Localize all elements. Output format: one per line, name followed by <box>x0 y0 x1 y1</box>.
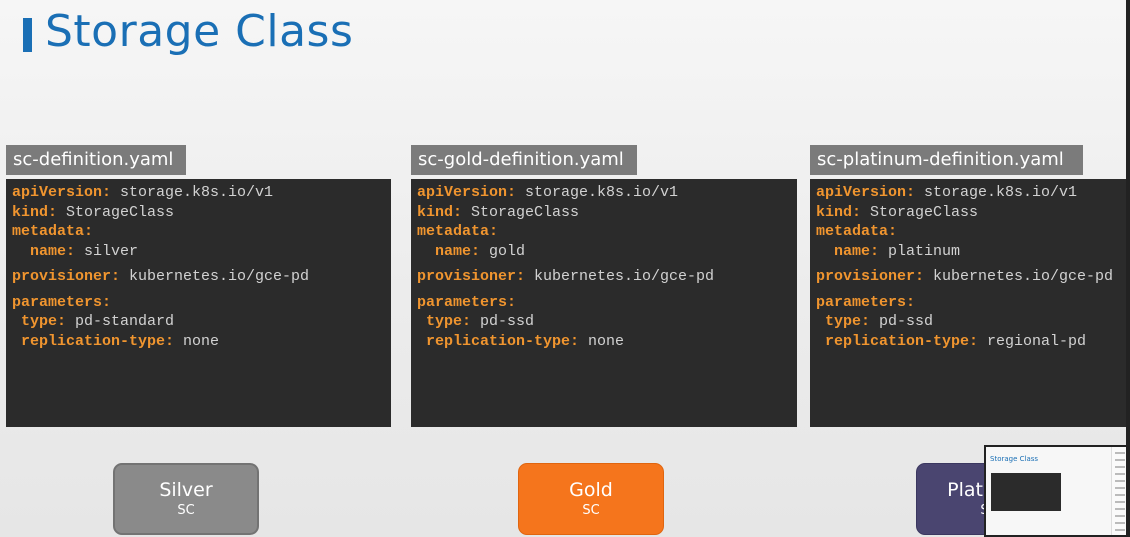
yaml-value: storage.k8s.io/v1 <box>915 184 1078 201</box>
yaml-value: StorageClass <box>462 203 580 221</box>
code-line: kind: StorageClass <box>816 203 1126 223</box>
code-line: name: silver <box>12 242 391 262</box>
window-edge <box>1126 0 1130 537</box>
yaml-key: provisioner: <box>816 268 925 285</box>
gold-sc-button[interactable]: Gold SC <box>518 463 664 535</box>
yaml-key: parameters: <box>12 293 112 311</box>
button-sublabel: SC <box>177 503 195 518</box>
thumbnail-code-block <box>991 473 1061 511</box>
code-line: metadata: <box>12 222 391 242</box>
yaml-value: pd-standard <box>66 313 175 330</box>
yaml-key: replication-type: <box>417 332 580 350</box>
yaml-key: kind: <box>417 203 463 221</box>
code-line: parameters: <box>12 293 391 313</box>
code-line: apiVersion: storage.k8s.io/v1 <box>417 183 797 203</box>
yaml-key: apiVersion: <box>12 184 112 201</box>
yaml-key: replication-type: <box>816 332 979 350</box>
yaml-key: type: <box>417 313 472 330</box>
code-line: metadata: <box>816 222 1126 242</box>
slide-title: Storage Class <box>23 2 353 62</box>
yaml-key: metadata: <box>12 223 94 240</box>
yaml-value: storage.k8s.io/v1 <box>516 184 679 201</box>
code-line: name: platinum <box>816 242 1126 262</box>
yaml-key: apiVersion: <box>417 184 517 201</box>
yaml-value: StorageClass <box>861 203 979 221</box>
file-tab-gold[interactable]: sc-gold-definition.yaml <box>411 145 637 175</box>
code-line: provisioner: kubernetes.io/gce-pd <box>417 267 797 287</box>
yaml-key: type: <box>12 313 67 330</box>
yaml-key: metadata: <box>816 223 898 240</box>
yaml-value: gold <box>480 242 526 260</box>
code-line: provisioner: kubernetes.io/gce-pd <box>12 267 391 287</box>
title-accent-bar <box>23 18 32 52</box>
page-title: Storage Class <box>45 6 354 57</box>
yaml-key: metadata: <box>417 223 499 240</box>
yaml-key: type: <box>816 313 871 330</box>
yaml-value: storage.k8s.io/v1 <box>111 184 274 201</box>
yaml-value: none <box>579 332 625 350</box>
code-line: type: pd-ssd <box>417 312 797 332</box>
button-sublabel: SC <box>582 503 600 518</box>
file-tab-silver[interactable]: sc-definition.yaml <box>6 145 186 175</box>
yaml-key: kind: <box>12 203 58 221</box>
code-block-gold: apiVersion: storage.k8s.io/v1 kind: Stor… <box>411 179 797 427</box>
code-line: apiVersion: storage.k8s.io/v1 <box>12 183 391 203</box>
yaml-key: name: <box>417 242 481 260</box>
yaml-key: name: <box>816 242 880 260</box>
code-line: type: pd-standard <box>12 312 391 332</box>
code-block-platinum: apiVersion: storage.k8s.io/v1 kind: Stor… <box>810 179 1126 427</box>
code-line: parameters: <box>816 293 1126 313</box>
yaml-value: kubernetes.io/gce-pd <box>924 268 1114 285</box>
yaml-value: pd-ssd <box>471 313 535 330</box>
yaml-key: parameters: <box>417 293 517 311</box>
yaml-key: provisioner: <box>417 268 526 285</box>
code-line: name: gold <box>417 242 797 262</box>
code-line: parameters: <box>417 293 797 313</box>
code-line: replication-type: none <box>12 332 391 352</box>
code-line: replication-type: regional-pd <box>816 332 1126 352</box>
yaml-value: pd-ssd <box>870 313 934 330</box>
code-line: replication-type: none <box>417 332 797 352</box>
code-line: provisioner: kubernetes.io/gce-pd <box>816 267 1126 287</box>
button-label: Silver <box>159 479 213 501</box>
thumbnail-title: Storage Class <box>990 455 1039 463</box>
yaml-value: kubernetes.io/gce-pd <box>525 268 715 285</box>
button-label: Gold <box>569 479 613 501</box>
silver-sc-button[interactable]: Silver SC <box>113 463 259 535</box>
yaml-key: name: <box>12 242 76 260</box>
slide-preview-thumbnail[interactable]: Storage Class <box>984 445 1130 537</box>
yaml-key: provisioner: <box>12 268 121 285</box>
yaml-key: parameters: <box>816 293 916 311</box>
yaml-value: none <box>174 332 220 350</box>
yaml-key: apiVersion: <box>816 184 916 201</box>
yaml-value: silver <box>75 242 139 260</box>
yaml-value: StorageClass <box>57 203 175 221</box>
yaml-key: replication-type: <box>12 332 175 350</box>
yaml-value: regional-pd <box>978 332 1087 350</box>
yaml-value: kubernetes.io/gce-pd <box>120 268 310 285</box>
code-line: apiVersion: storage.k8s.io/v1 <box>816 183 1126 203</box>
yaml-key: kind: <box>816 203 862 221</box>
file-tab-platinum[interactable]: sc-platinum-definition.yaml <box>810 145 1083 175</box>
yaml-value: platinum <box>879 242 961 260</box>
code-line: metadata: <box>417 222 797 242</box>
code-line: type: pd-ssd <box>816 312 1126 332</box>
code-line: kind: StorageClass <box>12 203 391 223</box>
code-line: kind: StorageClass <box>417 203 797 223</box>
code-block-silver: apiVersion: storage.k8s.io/v1 kind: Stor… <box>6 179 391 427</box>
